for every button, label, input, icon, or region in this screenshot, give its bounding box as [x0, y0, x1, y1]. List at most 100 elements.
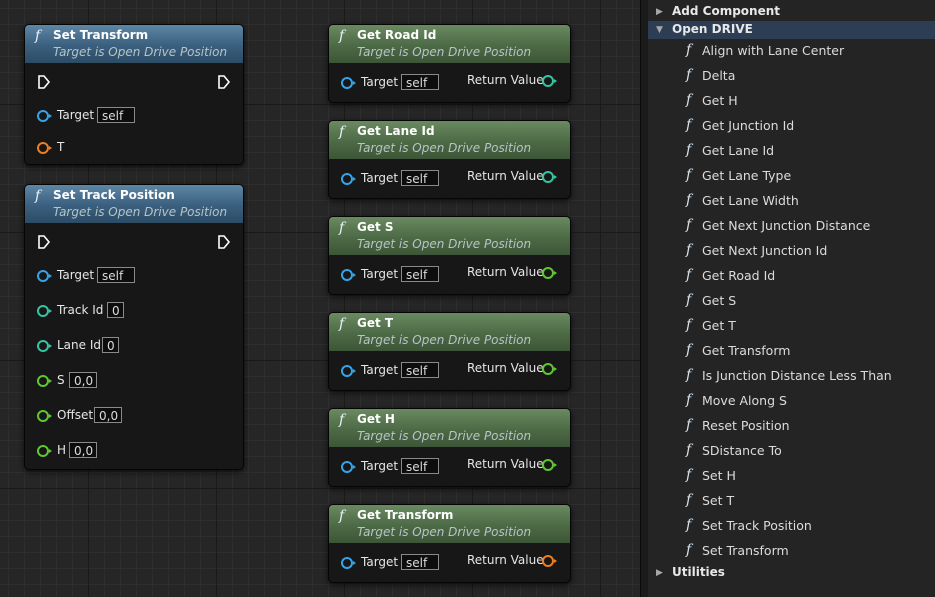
category-open-drive[interactable]: ▼ Open DRIVE — [648, 21, 935, 39]
function-item-label: Get Next Junction Id — [702, 243, 828, 258]
node-subtitle: Target is Open Drive Position — [357, 525, 532, 539]
target-value-field[interactable]: self — [401, 362, 439, 378]
node-header[interactable]: f Set Track Position Target is Open Driv… — [25, 185, 243, 223]
category-add-component[interactable]: ▶ Add Component — [648, 3, 935, 21]
offset-pin[interactable] — [37, 410, 52, 422]
node-get-transform[interactable]: f Get Transform Target is Open Drive Pos… — [328, 504, 571, 583]
node-header[interactable]: f Get Lane Id Target is Open Drive Posit… — [329, 121, 570, 159]
node-header[interactable]: f Get T Target is Open Drive Position — [329, 313, 570, 351]
function-item[interactable]: f Set Track Position — [648, 514, 935, 538]
function-item[interactable]: f Get S — [648, 289, 935, 313]
s-pin[interactable] — [37, 375, 52, 387]
function-item-label: Set Track Position — [702, 518, 812, 533]
function-icon: f — [35, 28, 41, 44]
node-get-s[interactable]: f Get S Target is Open Drive Position Ta… — [328, 216, 571, 295]
function-item[interactable]: f Get Lane Type — [648, 164, 935, 188]
exec-in-pin[interactable] — [37, 74, 51, 90]
function-item[interactable]: f Reset Position — [648, 414, 935, 438]
expand-arrow-icon[interactable]: ▶ — [656, 7, 663, 17]
target-value-field[interactable]: self — [401, 74, 439, 90]
target-pin[interactable] — [341, 461, 356, 473]
function-item[interactable]: f Set Transform — [648, 539, 935, 563]
function-icon: f — [686, 492, 692, 508]
function-item[interactable]: f Get Next Junction Distance — [648, 214, 935, 238]
collapse-arrow-icon[interactable]: ▼ — [656, 25, 663, 35]
target-pin[interactable] — [37, 110, 52, 122]
function-icon: f — [686, 67, 692, 83]
target-pin[interactable] — [341, 365, 356, 377]
node-get-t[interactable]: f Get T Target is Open Drive Position Ta… — [328, 312, 571, 391]
node-subtitle: Target is Open Drive Position — [53, 205, 228, 219]
function-item[interactable]: f Move Along S — [648, 389, 935, 413]
return-value-pin[interactable] — [542, 459, 557, 471]
target-value-field[interactable]: self — [97, 107, 135, 123]
function-item[interactable]: f Get T — [648, 314, 935, 338]
actions-list[interactable]: ▶ Add Component ▼ Open DRIVE f Align with… — [648, 0, 935, 597]
node-header[interactable]: f Get H Target is Open Drive Position — [329, 409, 570, 447]
function-icon: f — [686, 342, 692, 358]
return-value-pin[interactable] — [542, 267, 557, 279]
target-pin[interactable] — [37, 270, 52, 282]
node-header[interactable]: f Get Transform Target is Open Drive Pos… — [329, 505, 570, 543]
offset-value-field[interactable]: 0,0 — [94, 407, 122, 423]
node-get-lane-id[interactable]: f Get Lane Id Target is Open Drive Posit… — [328, 120, 571, 199]
function-item-label: Get Lane Type — [702, 168, 792, 183]
target-value-field[interactable]: self — [401, 554, 439, 570]
function-item[interactable]: f Get Lane Id — [648, 139, 935, 163]
function-item-label: Set Transform — [702, 543, 789, 558]
target-pin[interactable] — [341, 173, 356, 185]
category-utilities[interactable]: ▶ Utilities — [648, 564, 935, 582]
function-icon: f — [339, 220, 345, 236]
function-icon: f — [686, 92, 692, 108]
node-header[interactable]: f Set Transform Target is Open Drive Pos… — [25, 25, 243, 63]
return-value-pin[interactable] — [542, 171, 557, 183]
return-value-pin[interactable] — [542, 555, 557, 567]
function-icon: f — [686, 367, 692, 383]
node-get-road-id[interactable]: f Get Road Id Target is Open Drive Posit… — [328, 24, 571, 103]
h-pin[interactable] — [37, 445, 52, 457]
function-item[interactable]: f Align with Lane Center — [648, 39, 935, 63]
function-item[interactable]: f Get Transform — [648, 339, 935, 363]
function-icon: f — [686, 542, 692, 558]
function-item-label: Get H — [702, 93, 738, 108]
track-id-pin[interactable] — [37, 305, 52, 317]
function-item-label: SDistance To — [702, 443, 782, 458]
function-item[interactable]: f Get Next Junction Id — [648, 239, 935, 263]
track-id-field[interactable]: 0 — [107, 302, 124, 318]
target-value-field[interactable]: self — [401, 170, 439, 186]
function-item[interactable]: f Set T — [648, 489, 935, 513]
node-set-transform[interactable]: f Set Transform Target is Open Drive Pos… — [24, 24, 244, 165]
return-value-pin[interactable] — [542, 75, 557, 87]
expand-arrow-icon[interactable]: ▶ — [656, 568, 663, 578]
exec-out-pin[interactable] — [217, 74, 231, 90]
return-value-pin[interactable] — [542, 363, 557, 375]
function-item[interactable]: f SDistance To — [648, 439, 935, 463]
exec-in-pin[interactable] — [37, 234, 51, 250]
node-header[interactable]: f Get Road Id Target is Open Drive Posit… — [329, 25, 570, 63]
function-item[interactable]: f Delta — [648, 64, 935, 88]
function-item[interactable]: f Get H — [648, 89, 935, 113]
t-pin[interactable] — [37, 142, 52, 154]
pin-label-target: Target — [361, 75, 399, 89]
lane-id-field[interactable]: 0 — [102, 337, 119, 353]
target-value-field[interactable]: self — [401, 266, 439, 282]
blueprint-graph[interactable]: f Set Transform Target is Open Drive Pos… — [0, 0, 640, 597]
target-value-field[interactable]: self — [97, 267, 135, 283]
function-item[interactable]: f Get Road Id — [648, 264, 935, 288]
node-set-track-position[interactable]: f Set Track Position Target is Open Driv… — [24, 184, 244, 470]
function-item[interactable]: f Set H — [648, 464, 935, 488]
target-pin[interactable] — [341, 77, 356, 89]
function-icon: f — [686, 217, 692, 233]
function-item[interactable]: f Get Junction Id — [648, 114, 935, 138]
lane-id-pin[interactable] — [37, 340, 52, 352]
s-value-field[interactable]: 0,0 — [69, 372, 97, 388]
node-get-h[interactable]: f Get H Target is Open Drive Position Ta… — [328, 408, 571, 487]
target-pin[interactable] — [341, 557, 356, 569]
function-item[interactable]: f Is Junction Distance Less Than — [648, 364, 935, 388]
h-value-field[interactable]: 0,0 — [69, 442, 97, 458]
node-header[interactable]: f Get S Target is Open Drive Position — [329, 217, 570, 255]
target-pin[interactable] — [341, 269, 356, 281]
function-item[interactable]: f Get Lane Width — [648, 189, 935, 213]
target-value-field[interactable]: self — [401, 458, 439, 474]
exec-out-pin[interactable] — [217, 234, 231, 250]
